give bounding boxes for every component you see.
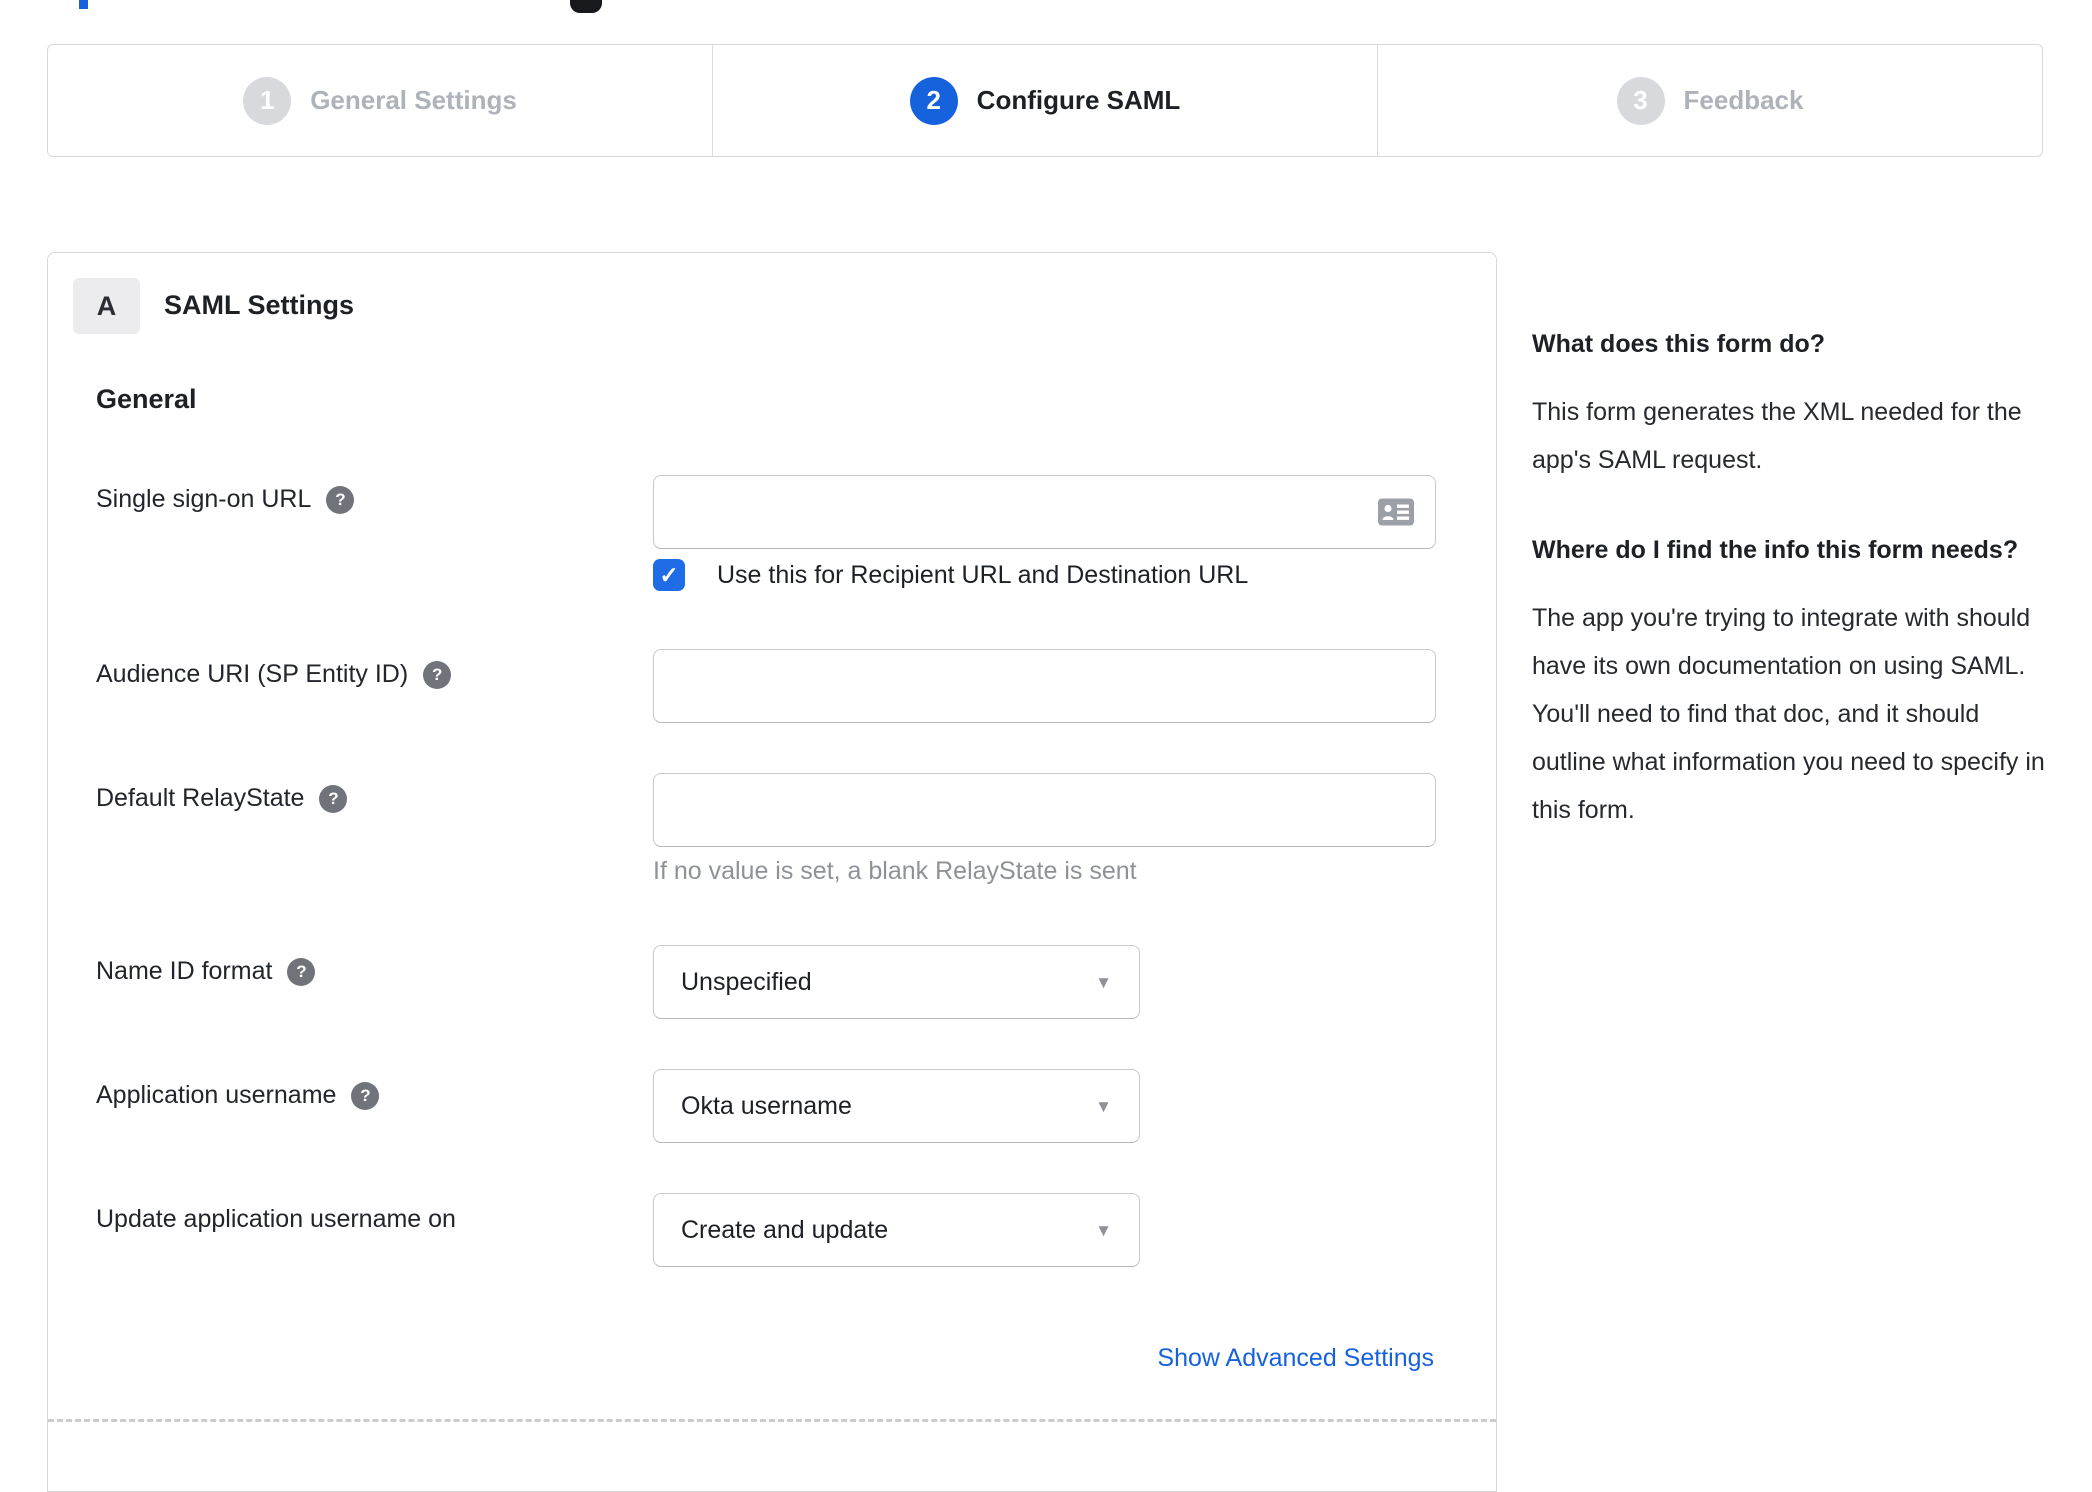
name-id-format-label-text: Name ID format xyxy=(96,957,273,985)
recipient-url-checkbox-label: Use this for Recipient URL and Destinati… xyxy=(717,560,1249,589)
default-relaystate-label: Default RelayState ? xyxy=(96,783,348,814)
wizard-stepper: 1 General Settings 2 Configure SAML 3 Fe… xyxy=(47,44,2043,157)
help-sidebar: What does this form do? This form genera… xyxy=(1532,326,2049,882)
audience-uri-label: Audience URI (SP Entity ID) ? xyxy=(96,659,452,690)
help-icon[interactable]: ? xyxy=(287,957,316,986)
step-configure-saml[interactable]: 2 Configure SAML xyxy=(712,45,1377,156)
sidebar-heading-1: What does this form do? xyxy=(1532,330,1826,358)
help-icon[interactable]: ? xyxy=(423,660,452,689)
default-relaystate-input[interactable] xyxy=(653,773,1436,847)
name-id-format-label: Name ID format ? xyxy=(96,956,316,987)
contact-card-icon[interactable] xyxy=(1378,498,1414,526)
sidebar-paragraph-1: This form generates the XML needed for t… xyxy=(1532,398,2022,474)
step-feedback[interactable]: 3 Feedback xyxy=(1377,45,2042,156)
help-icon[interactable]: ? xyxy=(351,1081,380,1110)
sidebar-heading-2: Where do I find the info this form needs… xyxy=(1532,536,2019,564)
sso-url-label: Single sign-on URL ? xyxy=(96,484,355,515)
group-heading-general: General xyxy=(96,384,197,414)
update-username-label-text: Update application username on xyxy=(96,1205,456,1233)
step-2-label: Configure SAML xyxy=(976,85,1181,115)
audience-uri-label-text: Audience URI (SP Entity ID) xyxy=(96,660,409,688)
section-divider-dashed xyxy=(48,1419,1496,1422)
section-badge: A xyxy=(73,278,140,334)
sso-url-label-text: Single sign-on URL xyxy=(96,485,312,513)
update-username-select[interactable]: Create and update ▼ xyxy=(653,1193,1140,1267)
update-username-value: Create and update xyxy=(681,1215,889,1244)
show-advanced-settings-link[interactable]: Show Advanced Settings xyxy=(1157,1344,1434,1373)
application-username-value: Okta username xyxy=(681,1091,852,1120)
sidebar-paragraph-2: The app you're trying to integrate with … xyxy=(1532,604,2045,824)
dropdown-caret-icon: ▼ xyxy=(1095,1220,1112,1240)
name-id-format-value: Unspecified xyxy=(681,967,812,996)
audience-uri-input[interactable] xyxy=(653,649,1436,723)
step-3-circle: 3 xyxy=(1616,76,1665,125)
default-relaystate-label-text: Default RelayState xyxy=(96,784,305,812)
help-icon[interactable]: ? xyxy=(319,784,348,813)
step-2-circle: 2 xyxy=(909,76,958,125)
step-1-label: General Settings xyxy=(310,85,517,115)
panel-title: SAML Settings xyxy=(164,290,355,320)
update-username-label: Update application username on xyxy=(96,1204,456,1235)
sso-url-input[interactable] xyxy=(653,475,1436,549)
recipient-url-checkbox[interactable] xyxy=(653,559,685,591)
relaystate-hint: If no value is set, a blank RelayState i… xyxy=(653,857,1137,885)
sso-url-input-wrap xyxy=(653,475,1436,549)
dropdown-caret-icon: ▼ xyxy=(1095,972,1112,992)
application-username-label: Application username ? xyxy=(96,1080,380,1111)
application-username-select[interactable]: Okta username ▼ xyxy=(653,1069,1140,1143)
saml-settings-panel: A SAML Settings General Single sign-on U… xyxy=(47,252,1497,1492)
help-icon[interactable]: ? xyxy=(326,485,355,514)
cropped-icon-fragment xyxy=(570,0,602,13)
cropped-logo-fragment xyxy=(79,0,88,9)
step-general-settings[interactable]: 1 General Settings xyxy=(48,45,712,156)
step-1-circle: 1 xyxy=(243,76,292,125)
configure-saml-page: { "colors": { "accent_blue": "#1662dd", … xyxy=(0,0,2092,1492)
recipient-url-checkbox-row: Use this for Recipient URL and Destinati… xyxy=(653,559,1248,591)
step-3-label: Feedback xyxy=(1683,85,1804,115)
application-username-label-text: Application username xyxy=(96,1081,337,1109)
dropdown-caret-icon: ▼ xyxy=(1095,1096,1112,1116)
name-id-format-select[interactable]: Unspecified ▼ xyxy=(653,945,1140,1019)
